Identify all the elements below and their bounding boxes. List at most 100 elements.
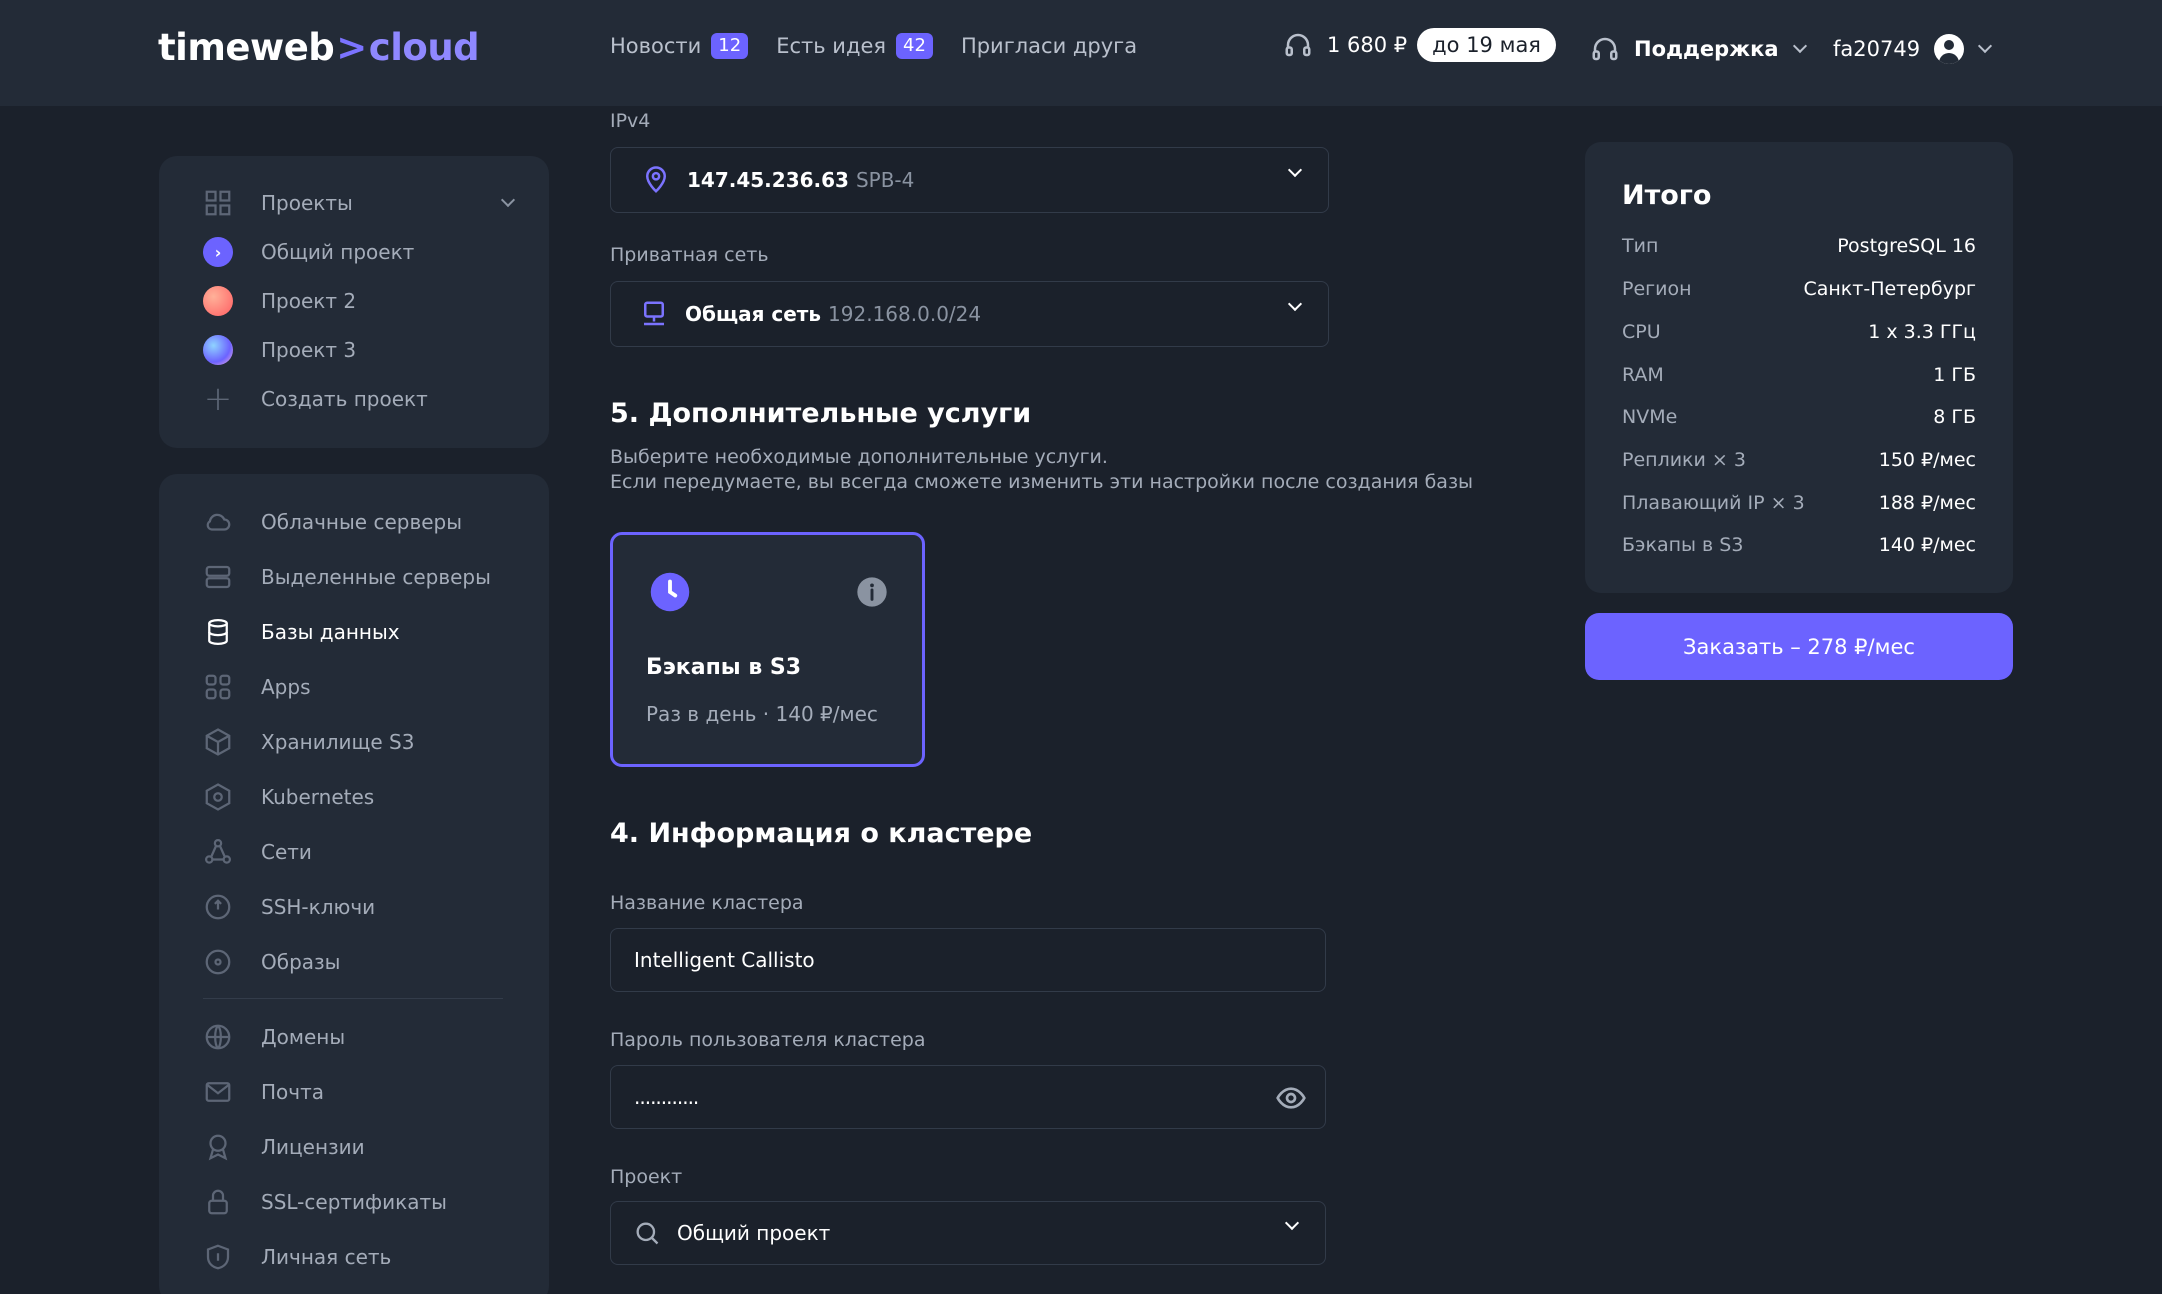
sidebar-item-label: Домены bbox=[261, 1025, 346, 1049]
headset-icon bbox=[1283, 30, 1313, 60]
news-count-badge: 12 bbox=[711, 33, 749, 59]
sidebar-item-label: SSH-ключи bbox=[261, 895, 376, 919]
nav-news-label: Новости bbox=[610, 34, 702, 58]
chevron-down-icon bbox=[1978, 38, 1993, 54]
section-cluster-info-title: 4. Информация о кластере bbox=[610, 818, 1033, 849]
summary-key: Тип bbox=[1622, 235, 1659, 257]
private-network-select[interactable]: Общая сеть 192.168.0.0/24 bbox=[610, 281, 1329, 347]
sidebar-item-domains[interactable]: Домены bbox=[203, 1022, 345, 1052]
user-menu[interactable]: fa20749 bbox=[1833, 34, 1993, 64]
summary-row-replicas: Реплики × 3 150 ₽/мес bbox=[1622, 449, 1976, 471]
section-additional-services-title: 5. Дополнительные услуги bbox=[610, 398, 1032, 429]
logo-arrow: > bbox=[336, 26, 367, 69]
sidebar-item-ssh-keys[interactable]: SSH-ключи bbox=[203, 892, 375, 922]
order-button[interactable]: Заказать – 278 ₽/мес bbox=[1585, 613, 2013, 680]
summary-key: Бэкапы в S3 bbox=[1622, 534, 1744, 556]
section-additional-services-description: Выберите необходимые дополнительные услу… bbox=[610, 445, 1473, 495]
sidebar-item-ssl[interactable]: SSL-сертификаты bbox=[203, 1187, 447, 1217]
summary-key: NVMe bbox=[1622, 406, 1678, 428]
info-icon[interactable] bbox=[856, 576, 888, 608]
cluster-password-label: Пароль пользователя кластера bbox=[610, 1029, 926, 1051]
headset-icon bbox=[1590, 34, 1620, 64]
cluster-password-input[interactable]: ............ bbox=[610, 1065, 1326, 1129]
summary-value: Санкт-Петербург bbox=[1803, 278, 1976, 300]
location-pin-icon bbox=[641, 165, 671, 195]
search-icon bbox=[633, 1219, 661, 1247]
sidebar-item-images[interactable]: Образы bbox=[203, 947, 340, 977]
apps-icon bbox=[203, 672, 233, 702]
summary-row-floating-ip: Плавающий IP × 3 188 ₽/мес bbox=[1622, 492, 1976, 514]
projects-header[interactable]: Проекты bbox=[203, 188, 515, 218]
lock-icon bbox=[203, 1187, 233, 1217]
sidebar-item-s3[interactable]: Хранилище S3 bbox=[203, 727, 414, 757]
project-value: Общий проект bbox=[677, 1221, 831, 1245]
kubernetes-icon bbox=[203, 782, 233, 812]
license-icon bbox=[203, 1132, 233, 1162]
network-computer-icon bbox=[639, 299, 669, 329]
eye-icon[interactable] bbox=[1275, 1082, 1307, 1114]
sidebar-item-apps[interactable]: Apps bbox=[203, 672, 311, 702]
nav-invite[interactable]: Пригласи друга bbox=[961, 34, 1137, 58]
create-project-button[interactable]: + Создать проект bbox=[203, 379, 428, 419]
project-3-icon bbox=[203, 335, 233, 365]
ipv4-select[interactable]: 147.45.236.63 SPB-4 bbox=[610, 147, 1329, 213]
project-item-3[interactable]: Проект 3 bbox=[203, 335, 356, 365]
project-2-icon bbox=[203, 286, 233, 316]
summary-key: Реплики × 3 bbox=[1622, 449, 1746, 471]
summary-row-cpu: CPU 1 x 3.3 ГГц bbox=[1622, 321, 1976, 343]
sidebar-item-label: SSL-сертификаты bbox=[261, 1190, 447, 1214]
server-icon bbox=[203, 562, 233, 592]
sidebar-item-kubernetes[interactable]: Kubernetes bbox=[203, 782, 374, 812]
shield-icon bbox=[203, 1242, 233, 1272]
summary-value: 140 ₽/мес bbox=[1878, 534, 1976, 556]
chevron-down-icon bbox=[1287, 296, 1303, 312]
project-general-icon: › bbox=[203, 237, 233, 267]
cluster-name-input[interactable]: Intelligent Callisto bbox=[610, 928, 1326, 992]
project-item-general[interactable]: › Общий проект bbox=[203, 237, 414, 267]
backup-card-subtitle: Раз в день · 140 ₽/мес bbox=[646, 702, 878, 726]
sidebar-item-label: Хранилище S3 bbox=[261, 730, 415, 754]
sidebar-item-label: Личная сеть bbox=[261, 1245, 392, 1269]
projects-panel: Проекты › Общий проект Проект 2 Проект 3… bbox=[159, 156, 549, 448]
sidebar-item-databases[interactable]: Базы данных bbox=[203, 617, 400, 647]
sidebar-item-label: Сети bbox=[261, 840, 312, 864]
sidebar-item-licenses[interactable]: Лицензии bbox=[203, 1132, 365, 1162]
cloud-icon bbox=[203, 507, 233, 537]
sidebar-item-label: Kubernetes bbox=[261, 785, 375, 809]
cluster-name-value: Intelligent Callisto bbox=[634, 948, 815, 972]
sidebar-item-private-network[interactable]: Личная сеть bbox=[203, 1242, 391, 1272]
sidebar-item-label: Образы bbox=[261, 950, 341, 974]
project-item-2[interactable]: Проект 2 bbox=[203, 286, 356, 316]
project-item-label: Проект 3 bbox=[261, 338, 357, 362]
nav-news[interactable]: Новости 12 bbox=[610, 33, 749, 59]
project-item-label: Проект 2 bbox=[261, 289, 357, 313]
description-line-1: Выберите необходимые дополнительные услу… bbox=[610, 446, 1108, 468]
project-label: Проект bbox=[610, 1166, 683, 1188]
support-menu[interactable]: Поддержка bbox=[1590, 34, 1807, 64]
summary-row-type: Тип PostgreSQL 16 bbox=[1622, 235, 1976, 257]
sidebar-item-mail[interactable]: Почта bbox=[203, 1077, 324, 1107]
plus-icon: + bbox=[203, 379, 233, 419]
sidebar-item-label: Apps bbox=[261, 675, 311, 699]
sidebar-item-label: Лицензии bbox=[261, 1135, 365, 1159]
nav-idea-label: Есть идея bbox=[776, 34, 887, 58]
summary-row-nvme: NVMe 8 ГБ bbox=[1622, 406, 1976, 428]
cluster-password-value: ............ bbox=[634, 1085, 699, 1109]
idea-count-badge: 42 bbox=[896, 33, 933, 59]
balance[interactable]: 1 680 ₽ до 19 мая bbox=[1283, 28, 1556, 62]
nav-idea[interactable]: Есть идея 42 bbox=[776, 33, 933, 59]
backup-s3-card[interactable]: Бэкапы в S3 Раз в день · 140 ₽/мес bbox=[610, 532, 925, 767]
project-select[interactable]: Общий проект bbox=[610, 1201, 1326, 1265]
logo[interactable]: timeweb>cloud bbox=[158, 26, 480, 69]
top-bar: timeweb>cloud Новости 12 Есть идея 42 Пр… bbox=[0, 0, 2162, 106]
database-icon bbox=[203, 617, 233, 647]
project-item-label: Общий проект bbox=[261, 240, 415, 264]
summary-value: 188 ₽/мес bbox=[1878, 492, 1976, 514]
sidebar-item-dedicated-servers[interactable]: Выделенные серверы bbox=[203, 562, 491, 592]
summary-value: 1 x 3.3 ГГц bbox=[1868, 321, 1976, 343]
sidebar-item-cloud-servers[interactable]: Облачные серверы bbox=[203, 507, 462, 537]
avatar bbox=[1934, 34, 1965, 64]
balance-until-badge: до 19 мая bbox=[1417, 28, 1556, 62]
sidebar-item-label: Базы данных bbox=[261, 620, 400, 644]
sidebar-item-networks[interactable]: Сети bbox=[203, 837, 312, 867]
